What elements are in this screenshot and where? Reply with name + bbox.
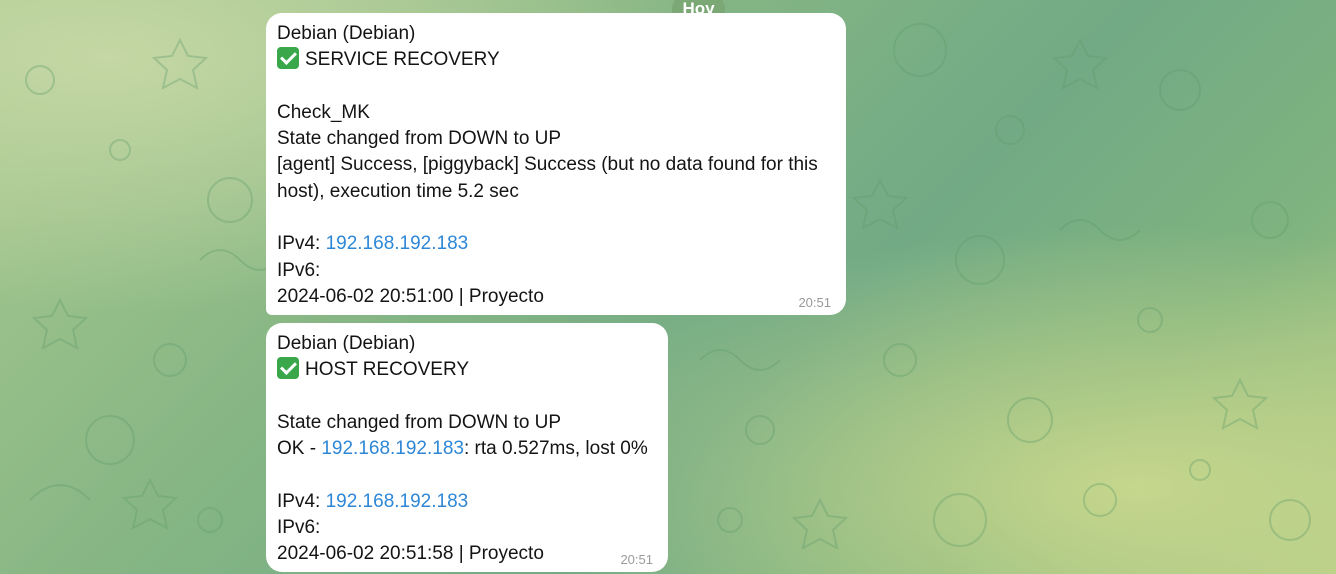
- state-change-text: State changed from DOWN to UP: [277, 128, 562, 150]
- message-title: HOST RECOVERY: [305, 359, 470, 381]
- message-title: SERVICE RECOVERY: [305, 49, 500, 71]
- message-footer: 2024-06-02 20:51:58 | Proyecto: [277, 543, 544, 565]
- ipv6-label: IPv6:: [277, 259, 321, 281]
- state-change-text: State changed from DOWN to UP: [277, 411, 562, 433]
- message-time: 20:51: [620, 552, 653, 567]
- check-output-line: OK - 192.168.192.183: rta 0.527ms, lost …: [277, 436, 656, 462]
- ipv4-line: IPv4: 192.168.192.183: [277, 489, 656, 515]
- ipv4-label: IPv4:: [277, 490, 326, 512]
- message-title-line: SERVICE RECOVERY: [277, 47, 834, 73]
- ipv4-label: IPv4:: [277, 233, 326, 255]
- service-name: Check_MK: [277, 101, 370, 123]
- ipv6-label: IPv6:: [277, 517, 321, 539]
- ipv4-line: IPv4: 192.168.192.183: [277, 231, 834, 257]
- message-footer: 2024-06-02 20:51:00 | Proyecto: [277, 285, 544, 307]
- check-output-text: [agent] Success, [piggyback] Success (bu…: [277, 154, 818, 202]
- check-mark-icon: [277, 357, 299, 380]
- message-time: 20:51: [798, 295, 831, 310]
- output-ip-link[interactable]: 192.168.192.183: [321, 438, 464, 459]
- output-suffix: : rta 0.527ms, lost 0%: [463, 438, 648, 460]
- check-mark-icon: [277, 47, 299, 70]
- message-bubble[interactable]: Debian (Debian) HOST RECOVERY State chan…: [266, 323, 668, 572]
- ipv4-link[interactable]: 192.168.192.183: [326, 233, 469, 254]
- message-header: Debian (Debian): [277, 333, 416, 354]
- message-title-line: HOST RECOVERY: [277, 357, 656, 383]
- message-bubble[interactable]: Debian (Debian) SERVICE RECOVERY Check_M…: [266, 13, 846, 315]
- ipv4-link[interactable]: 192.168.192.183: [326, 491, 469, 512]
- message-header: Debian (Debian): [277, 23, 416, 44]
- output-prefix: OK -: [277, 438, 322, 460]
